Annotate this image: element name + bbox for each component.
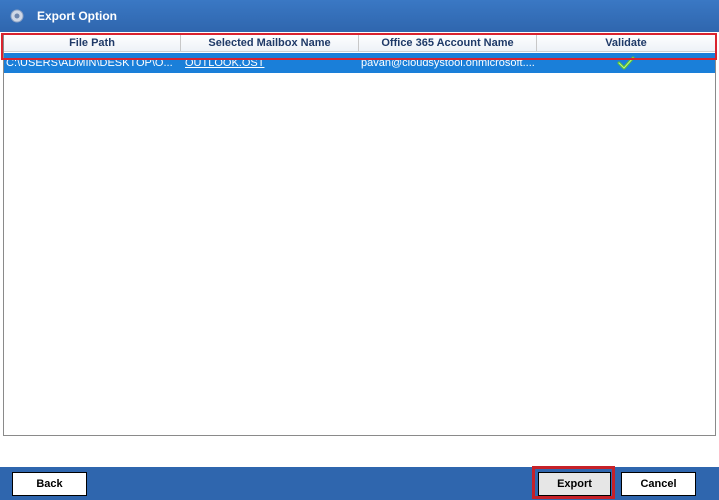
cancel-button[interactable]: Cancel bbox=[621, 472, 696, 496]
export-grid: File Path Selected Mailbox Name Office 3… bbox=[3, 33, 716, 436]
cell-validate bbox=[537, 53, 715, 73]
back-button[interactable]: Back bbox=[12, 472, 87, 496]
footer-bar bbox=[0, 467, 719, 500]
column-header-validate[interactable]: Validate bbox=[537, 34, 715, 51]
column-header-file-path[interactable]: File Path bbox=[4, 34, 181, 51]
cell-file-path: C:\USERS\ADMIN\DESKTOP\O... bbox=[6, 57, 173, 69]
export-button[interactable]: Export bbox=[538, 472, 611, 496]
cell-mailbox-link[interactable]: OUTLOOK.OST bbox=[181, 53, 359, 73]
column-header-mailbox[interactable]: Selected Mailbox Name bbox=[181, 34, 359, 51]
column-header-account[interactable]: Office 365 Account Name bbox=[359, 34, 537, 51]
table-row[interactable]: C:\USERS\ADMIN\DESKTOP\O... OUTLOOK.OST … bbox=[4, 53, 715, 73]
window-title: Export Option bbox=[37, 9, 117, 23]
title-bar: Export Option bbox=[0, 0, 719, 32]
cell-account: pavan@cloudsystool.onmicrosoft.... bbox=[361, 57, 535, 69]
grid-header: File Path Selected Mailbox Name Office 3… bbox=[4, 34, 715, 52]
app-icon bbox=[10, 9, 24, 23]
check-icon bbox=[617, 56, 635, 70]
